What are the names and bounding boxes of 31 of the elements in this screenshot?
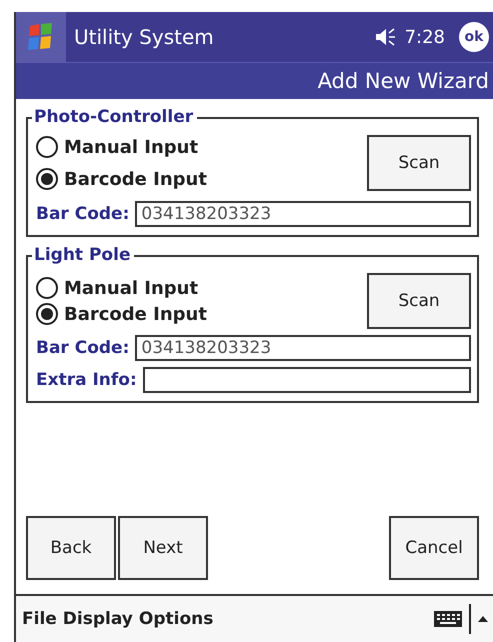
nav-button[interactable]: Next [118, 516, 208, 580]
clock-time: 7:28 [404, 26, 445, 48]
app-title: Utility System [74, 25, 215, 49]
input-field[interactable] [142, 367, 471, 393]
menu-item[interactable]: Display [62, 609, 133, 629]
scan-button[interactable]: Scan [367, 135, 471, 191]
radio-option[interactable]: Barcode Input [36, 303, 207, 325]
field-label: Bar Code: [36, 204, 130, 224]
input-field[interactable]: 034138203323 [135, 201, 471, 227]
menu-item[interactable]: Options [138, 609, 214, 629]
radio-button[interactable] [36, 303, 58, 325]
menu-item[interactable]: File [22, 609, 57, 629]
radio-option[interactable]: Manual Input [36, 136, 207, 158]
start-button[interactable] [16, 12, 66, 62]
radio-option[interactable]: Manual Input [36, 277, 207, 299]
radio-button[interactable] [36, 168, 58, 190]
input-field[interactable]: 034138203323 [135, 335, 471, 361]
cancel-button[interactable]: Cancel [389, 516, 479, 580]
ok-button[interactable]: ok [459, 22, 489, 52]
scan-button[interactable]: Scan [367, 273, 471, 329]
group-title: Light Pole [32, 245, 134, 265]
speaker-icon[interactable] [374, 27, 397, 47]
field-label: Extra Info: [36, 370, 137, 390]
up-arrow-icon[interactable] [477, 614, 489, 624]
wizard-title: Add New Wizard [318, 69, 489, 93]
radio-option[interactable]: Barcode Input [36, 168, 207, 190]
nav-button[interactable]: Back [26, 516, 116, 580]
keyboard-icon[interactable] [433, 609, 463, 629]
radio-button[interactable] [36, 277, 58, 299]
field-label: Bar Code: [36, 338, 130, 358]
radio-button[interactable] [36, 136, 58, 158]
